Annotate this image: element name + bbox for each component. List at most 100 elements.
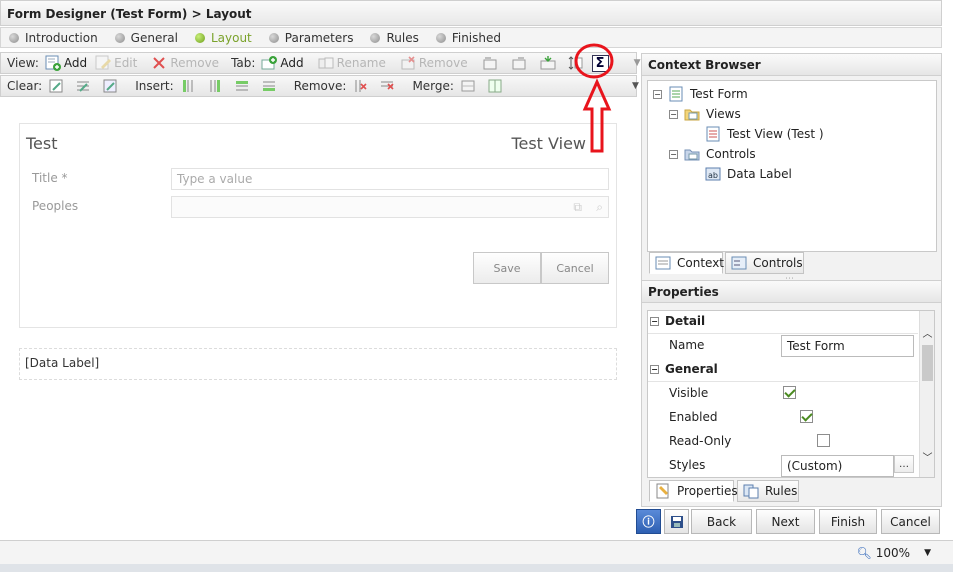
rules-tab-icon bbox=[743, 483, 759, 499]
annotation-circle bbox=[574, 43, 614, 79]
insert-tab-button[interactable] bbox=[540, 55, 559, 71]
tab-properties[interactable]: Properties bbox=[649, 480, 738, 502]
view-remove-button[interactable]: Remove bbox=[151, 55, 219, 71]
view-title: Test bbox=[26, 134, 58, 153]
scrollbar-thumb[interactable] bbox=[922, 345, 933, 381]
step-dot-icon bbox=[370, 32, 381, 43]
clear-cell-button[interactable] bbox=[48, 78, 67, 94]
step-general[interactable]: General bbox=[114, 31, 178, 45]
styles-ellipsis-button[interactable]: … bbox=[894, 455, 914, 473]
peoples-picker[interactable]: ⧉ ⌕ bbox=[171, 196, 609, 218]
tree-node-data-label[interactable]: ab Data Label bbox=[705, 166, 792, 182]
properties-grid: − Detail Name Test Form − General Visible … bbox=[647, 310, 935, 478]
status-bar: 🔍︎ 100% ▼ bbox=[0, 540, 953, 564]
folder-icon bbox=[684, 106, 700, 122]
collapse-icon[interactable]: − bbox=[650, 364, 659, 374]
step-finished[interactable]: Finished bbox=[435, 31, 501, 45]
visible-checkbox[interactable] bbox=[783, 386, 796, 399]
section-divider bbox=[648, 381, 918, 382]
insert-row-above-icon bbox=[234, 78, 250, 94]
collapse-icon[interactable]: − bbox=[669, 149, 678, 159]
step-introduction[interactable]: Introduction bbox=[9, 31, 98, 45]
info-icon[interactable]: ⓘ bbox=[636, 509, 661, 534]
insert-tab-icon bbox=[540, 55, 556, 71]
collapse-icon[interactable]: − bbox=[653, 89, 662, 99]
form-icon bbox=[668, 86, 684, 102]
cancel-wizard-button[interactable]: Cancel bbox=[881, 509, 940, 534]
save-icon[interactable] bbox=[664, 509, 689, 534]
zoom-level[interactable]: 100% bbox=[876, 546, 910, 560]
insert-row-above-button[interactable] bbox=[234, 78, 253, 94]
clear-row-icon bbox=[75, 78, 91, 94]
split-cells-button[interactable] bbox=[487, 78, 506, 94]
clear-row-button[interactable] bbox=[75, 78, 94, 94]
scroll-up-icon[interactable]: ︿ bbox=[921, 325, 934, 340]
step-layout[interactable]: Layout bbox=[194, 31, 252, 45]
step-parameters[interactable]: Parameters bbox=[268, 31, 353, 45]
insert-column-left-icon bbox=[180, 78, 196, 94]
properties-scrollbar[interactable]: ︿ ﹀ bbox=[919, 311, 934, 477]
tree-node-test-form[interactable]: − Test Form bbox=[653, 86, 748, 102]
clear-cell-icon bbox=[48, 78, 64, 94]
move-left-button[interactable] bbox=[482, 55, 501, 71]
insert-row-below-icon bbox=[261, 78, 277, 94]
merge-group-label: Merge: bbox=[412, 79, 454, 93]
tab-add-button[interactable]: Add bbox=[261, 55, 304, 71]
tab-remove-button[interactable]: Remove bbox=[400, 55, 468, 71]
tab-rename-button[interactable]: Rename bbox=[318, 55, 386, 71]
visible-label: Visible bbox=[669, 386, 709, 400]
insert-column-left-button[interactable] bbox=[180, 78, 199, 94]
up-arrow-icon bbox=[582, 78, 612, 153]
tab-group-label: Tab: bbox=[231, 56, 256, 70]
toolbar-overflow-icon[interactable]: ▼ bbox=[632, 81, 639, 91]
insert-row-below-button[interactable] bbox=[261, 78, 280, 94]
title-input[interactable]: Type a value bbox=[171, 168, 609, 190]
collapse-icon[interactable]: − bbox=[669, 109, 678, 119]
remove-group-label: Remove: bbox=[293, 79, 347, 93]
tree-node-views[interactable]: − Views bbox=[669, 106, 741, 122]
finish-button[interactable]: Finish bbox=[819, 509, 877, 534]
search-icon[interactable]: ⌕ bbox=[596, 200, 603, 215]
toolbar-overflow-icon[interactable]: ▼ bbox=[634, 58, 641, 68]
clear-all-button[interactable] bbox=[102, 78, 121, 94]
tab-controls[interactable]: Controls bbox=[725, 252, 804, 274]
data-label-control[interactable]: [Data Label] bbox=[19, 348, 617, 380]
move-right-button[interactable] bbox=[511, 55, 530, 71]
readonly-checkbox[interactable] bbox=[816, 434, 830, 447]
enabled-checkbox[interactable] bbox=[799, 410, 813, 423]
clear-all-icon bbox=[102, 78, 118, 94]
merge-cells-button[interactable] bbox=[460, 78, 479, 94]
detail-section[interactable]: − Detail bbox=[650, 314, 920, 328]
general-section[interactable]: − General bbox=[650, 362, 920, 376]
wizard-steps: Introduction General Layout Parameters R… bbox=[0, 27, 942, 48]
styles-input[interactable]: (Custom) bbox=[781, 455, 894, 477]
collapse-icon[interactable]: − bbox=[650, 316, 659, 326]
annotation-overlay bbox=[574, 43, 614, 153]
cancel-button[interactable]: Cancel bbox=[541, 252, 609, 284]
back-button[interactable]: Back bbox=[691, 509, 752, 534]
tab-context[interactable]: Context bbox=[649, 252, 724, 274]
controls-tab-icon bbox=[731, 255, 747, 271]
move-tab-left-icon bbox=[482, 55, 498, 71]
view-add-button[interactable]: Add bbox=[45, 55, 87, 71]
tree-node-controls[interactable]: − Controls bbox=[669, 146, 756, 162]
zoom-dropdown-icon[interactable]: ▼ bbox=[924, 548, 931, 558]
tab-rules[interactable]: Rules bbox=[737, 480, 799, 502]
remove-column-button[interactable] bbox=[352, 78, 371, 94]
insert-column-right-button[interactable] bbox=[207, 78, 226, 94]
context-tree: − Test Form − Views Test View (Test ) − Con… bbox=[647, 80, 937, 252]
scroll-down-icon[interactable]: ﹀ bbox=[921, 449, 934, 464]
name-input[interactable]: Test Form bbox=[781, 335, 914, 357]
save-button[interactable]: Save bbox=[473, 252, 541, 284]
step-rules[interactable]: Rules bbox=[370, 31, 419, 45]
next-button[interactable]: Next bbox=[756, 509, 815, 534]
clear-group-label: Clear: bbox=[7, 79, 43, 93]
move-tab-right-icon bbox=[511, 55, 527, 71]
rename-icon bbox=[318, 55, 334, 71]
add-tab-icon bbox=[261, 55, 278, 71]
tree-node-test-view[interactable]: Test View (Test ) bbox=[705, 126, 824, 142]
address-book-icon[interactable]: ⧉ bbox=[573, 200, 582, 215]
view-container[interactable]: Test Test View Title * Type a value Peop… bbox=[19, 123, 617, 328]
view-edit-button[interactable]: Edit bbox=[95, 55, 137, 71]
remove-row-button[interactable] bbox=[379, 78, 398, 94]
